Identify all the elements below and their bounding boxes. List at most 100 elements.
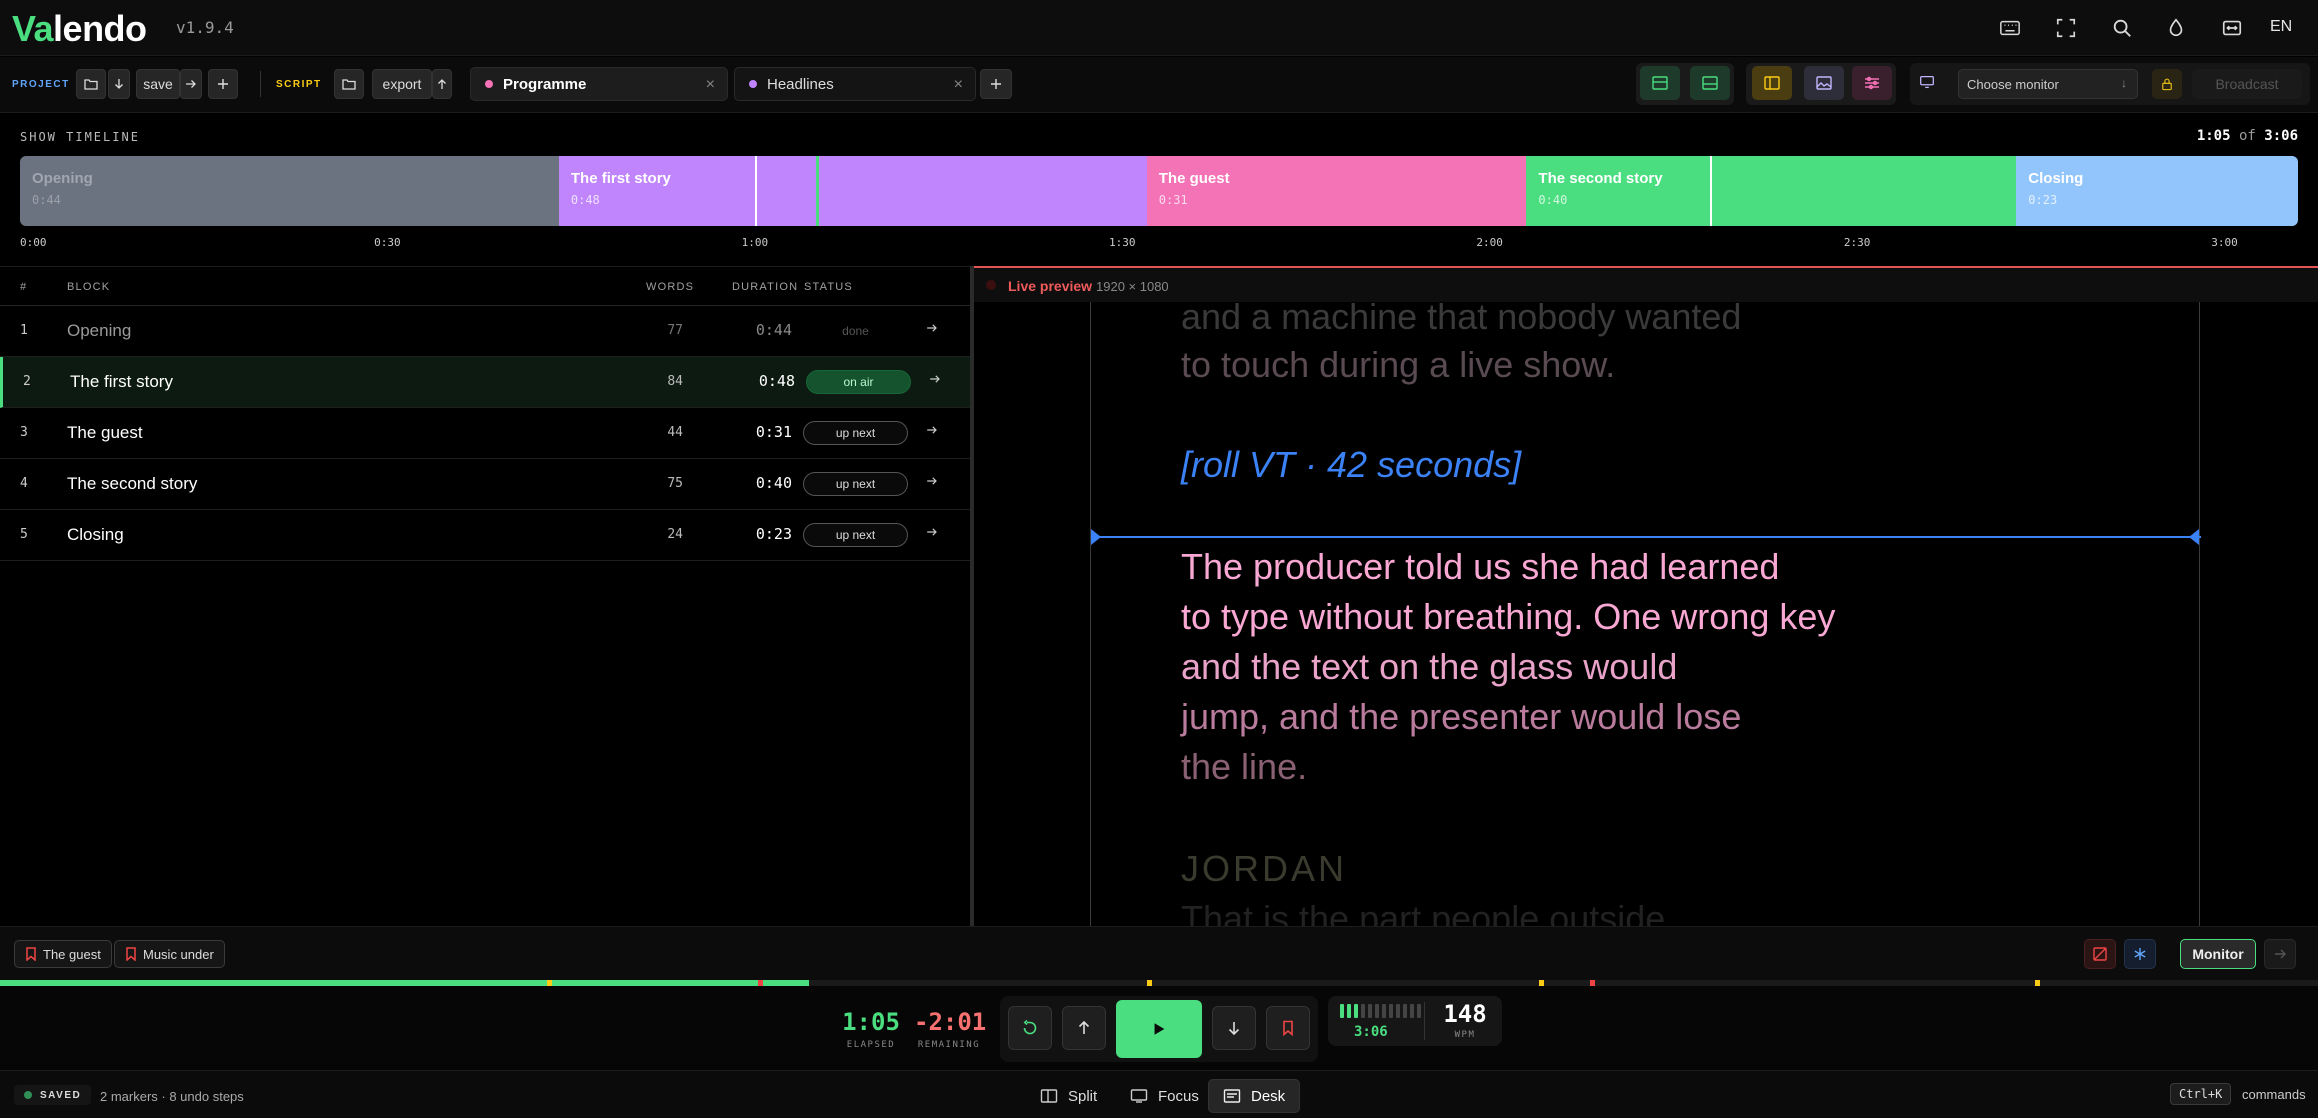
timeline-segment[interactable]: The second story 0:40 xyxy=(1526,156,2017,226)
freeze-button[interactable] xyxy=(2124,939,2156,969)
table-row[interactable]: 1 Opening 77 0:44 done xyxy=(0,306,970,357)
focus-view-icon xyxy=(1130,1089,1148,1103)
reading-guide-line[interactable] xyxy=(1091,536,2201,538)
monitor-select[interactable]: Choose monitor ↓ xyxy=(1958,69,2138,99)
prompter-line: and the text on the glass would xyxy=(1181,646,1678,687)
table-row[interactable]: 4 The second story 75 0:40 up next xyxy=(0,459,970,510)
arrow-right-icon[interactable] xyxy=(924,524,944,544)
droplet-icon[interactable] xyxy=(2162,14,2190,42)
row-block-name: The second story xyxy=(67,474,198,493)
language-selector[interactable]: EN xyxy=(2270,18,2292,36)
save-arrow-button[interactable] xyxy=(180,69,202,99)
elapsed-clock: 1:05 ELAPSED xyxy=(842,1008,900,1050)
segment-duration: 0:23 xyxy=(2028,193,2058,207)
table-row[interactable]: 2 The first story 84 0:48 on air xyxy=(0,357,970,408)
wpm-value[interactable]: 148 xyxy=(1438,1000,1492,1028)
prompter-line: That is the part people outside xyxy=(1181,898,1666,926)
marker-chip[interactable]: Music under xyxy=(114,940,225,968)
speed-bar xyxy=(1368,1004,1372,1018)
mirror-off-button[interactable] xyxy=(2084,939,2116,969)
row-number: 3 xyxy=(20,425,28,440)
save-button[interactable]: save xyxy=(136,69,180,99)
row-number: 2 xyxy=(23,374,31,389)
commands-link[interactable]: commands xyxy=(2242,1087,2306,1102)
timeline-segment[interactable]: The guest 0:31 xyxy=(1146,156,1527,226)
speed-bar xyxy=(1361,1004,1365,1018)
keyboard-icon[interactable] xyxy=(1996,14,2024,42)
layout-bottom-button[interactable] xyxy=(1690,66,1730,100)
row-block-name: The guest xyxy=(67,423,143,442)
speed-divider xyxy=(1424,1002,1425,1040)
timeline-of: of xyxy=(2238,128,2256,144)
broadcast-button[interactable]: Broadcast xyxy=(2192,69,2302,99)
guide-right-handle-icon[interactable] xyxy=(2189,529,2199,545)
tab-programme[interactable]: Programme × xyxy=(470,67,728,101)
close-tab-icon[interactable]: × xyxy=(706,76,715,94)
open-project-button[interactable] xyxy=(76,69,106,99)
adjust-settings-button[interactable] xyxy=(1852,66,1892,100)
fit-width-icon[interactable] xyxy=(2218,14,2246,42)
monitor-button[interactable]: Monitor xyxy=(2180,939,2256,969)
arrow-right-icon[interactable] xyxy=(924,473,944,493)
col-num: # xyxy=(20,281,28,293)
next-block-button[interactable] xyxy=(1212,1006,1256,1050)
bookmark-icon xyxy=(126,947,136,961)
mode-desk-button[interactable]: Desk xyxy=(1208,1079,1301,1113)
add-tab-button[interactable] xyxy=(980,69,1012,99)
transport-bar: 1:05 ELAPSED -2:01 REMAINING 3:06 148 WP… xyxy=(0,986,2318,1070)
new-project-button[interactable] xyxy=(208,69,238,99)
arrow-right-icon[interactable] xyxy=(927,371,947,391)
preview-frame: and a machine that nobody wanted to touch… xyxy=(1090,296,2201,926)
remaining-clock: -2:01 REMAINING xyxy=(914,1008,986,1050)
table-row[interactable]: 3 The guest 44 0:31 up next xyxy=(0,408,970,459)
col-block: BLOCK xyxy=(67,281,111,293)
table-row[interactable]: 5 Closing 24 0:23 up next xyxy=(0,510,970,561)
mode-focus-button[interactable]: Focus xyxy=(1116,1079,1213,1113)
arrow-right-icon[interactable] xyxy=(924,422,944,442)
timeline-segment[interactable]: Closing 0:23 xyxy=(2016,156,2298,226)
no-mirror-icon xyxy=(2093,947,2107,961)
lock-button[interactable] xyxy=(2152,69,2182,99)
chevron-down-icon: ↓ xyxy=(2121,76,2127,90)
guide-left-handle-icon[interactable] xyxy=(1091,529,1101,545)
timeline-marker[interactable] xyxy=(754,156,757,226)
mode-label: Focus xyxy=(1158,1087,1199,1105)
tab-color-dot xyxy=(485,80,493,88)
play-button[interactable] xyxy=(1116,1000,1202,1058)
toolbar: PROJECT save SCRIPT export Programme × H… xyxy=(0,57,2318,113)
elapsed-label: ELAPSED xyxy=(846,1040,896,1050)
row-words: 77 xyxy=(667,323,683,338)
timeline-playhead[interactable] xyxy=(816,156,820,226)
timeline-segment[interactable]: The first story 0:48 xyxy=(558,156,1147,226)
segment-title: Closing xyxy=(2028,170,2084,187)
search-icon[interactable] xyxy=(2108,14,2136,42)
timeline-bar[interactable]: Opening 0:44 The first story 0:48 The guest 0… xyxy=(20,156,2298,226)
fullscreen-icon[interactable] xyxy=(2052,14,2080,42)
sidebar-view-button[interactable] xyxy=(1752,66,1792,100)
mode-label: Desk xyxy=(1251,1087,1286,1105)
timeline-marker[interactable] xyxy=(1710,156,1713,226)
close-tab-icon[interactable]: × xyxy=(954,76,963,94)
upload-script-button[interactable] xyxy=(432,69,452,99)
col-status: STATUS xyxy=(804,281,853,293)
logo-accent: Va xyxy=(12,8,54,49)
restart-button[interactable] xyxy=(1008,1006,1052,1050)
export-button[interactable]: export xyxy=(372,69,432,99)
open-script-button[interactable] xyxy=(334,69,364,99)
show-timeline: SHOW TIMELINE 1:05 of 3:06 Opening 0:44 Th… xyxy=(0,114,2318,266)
add-marker-button[interactable] xyxy=(1266,1006,1310,1050)
row-block-name: Opening xyxy=(67,321,132,340)
mode-label: Split xyxy=(1068,1087,1098,1105)
timeline-segment[interactable]: Opening 0:44 xyxy=(20,156,559,226)
layout-top-button[interactable] xyxy=(1640,66,1680,100)
send-output-button[interactable] xyxy=(2264,939,2296,969)
arrow-right-icon[interactable] xyxy=(924,320,944,340)
marker-chip[interactable]: The guest xyxy=(14,940,112,968)
previous-block-button[interactable] xyxy=(1062,1006,1106,1050)
tab-headlines[interactable]: Headlines × xyxy=(734,67,976,101)
download-project-button[interactable] xyxy=(108,69,130,99)
image-view-button[interactable] xyxy=(1804,66,1844,100)
mode-split-button[interactable]: Split xyxy=(1026,1079,1111,1113)
row-duration: 0:23 xyxy=(755,525,792,543)
speed-bar xyxy=(1354,1004,1358,1018)
